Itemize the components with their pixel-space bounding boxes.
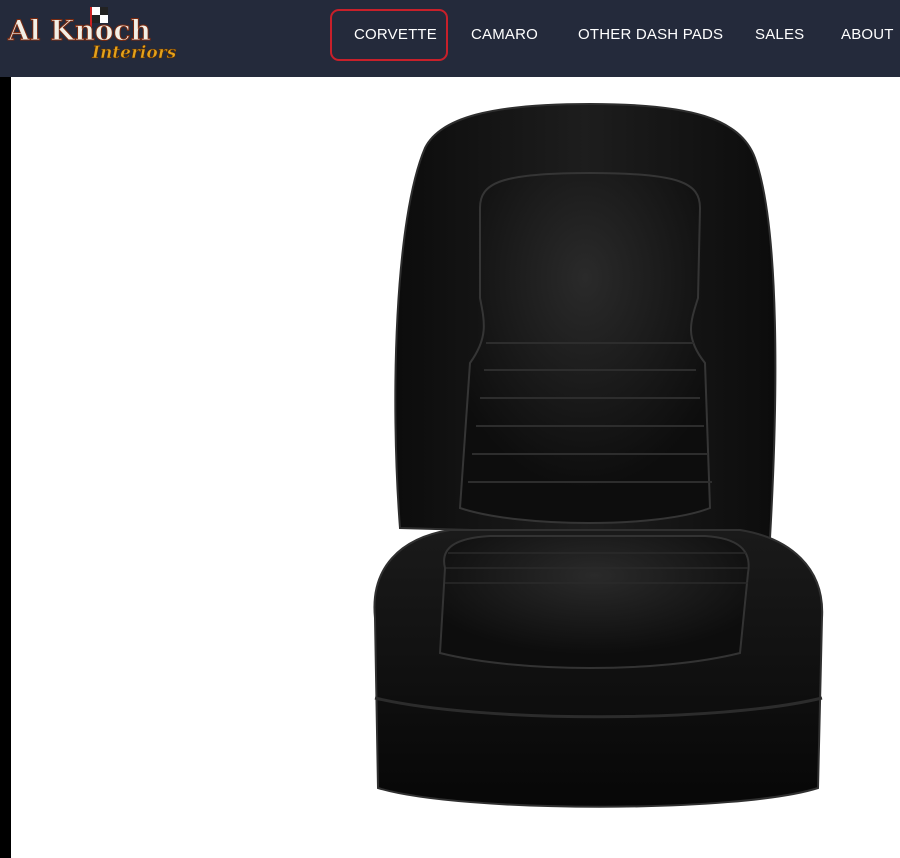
top-navbar: Al Knoch Interiors CORVETTE CAMARO OTHER… [0, 0, 900, 77]
nav-about[interactable]: ABOUT [841, 26, 894, 43]
logo-text-secondary: Interiors [91, 43, 177, 63]
nav-camaro[interactable]: CAMARO [471, 26, 538, 43]
site-logo[interactable]: Al Knoch Interiors [6, 4, 191, 64]
nav-sales[interactable]: SALES [755, 26, 804, 43]
logo-image: Al Knoch Interiors [7, 7, 177, 63]
left-edge-bar [0, 77, 11, 858]
seat-image [373, 102, 824, 808]
nav-other-dash-pads[interactable]: OTHER DASH PADS [578, 26, 723, 43]
product-image [360, 98, 835, 818]
nav-corvette[interactable]: CORVETTE [354, 26, 437, 43]
